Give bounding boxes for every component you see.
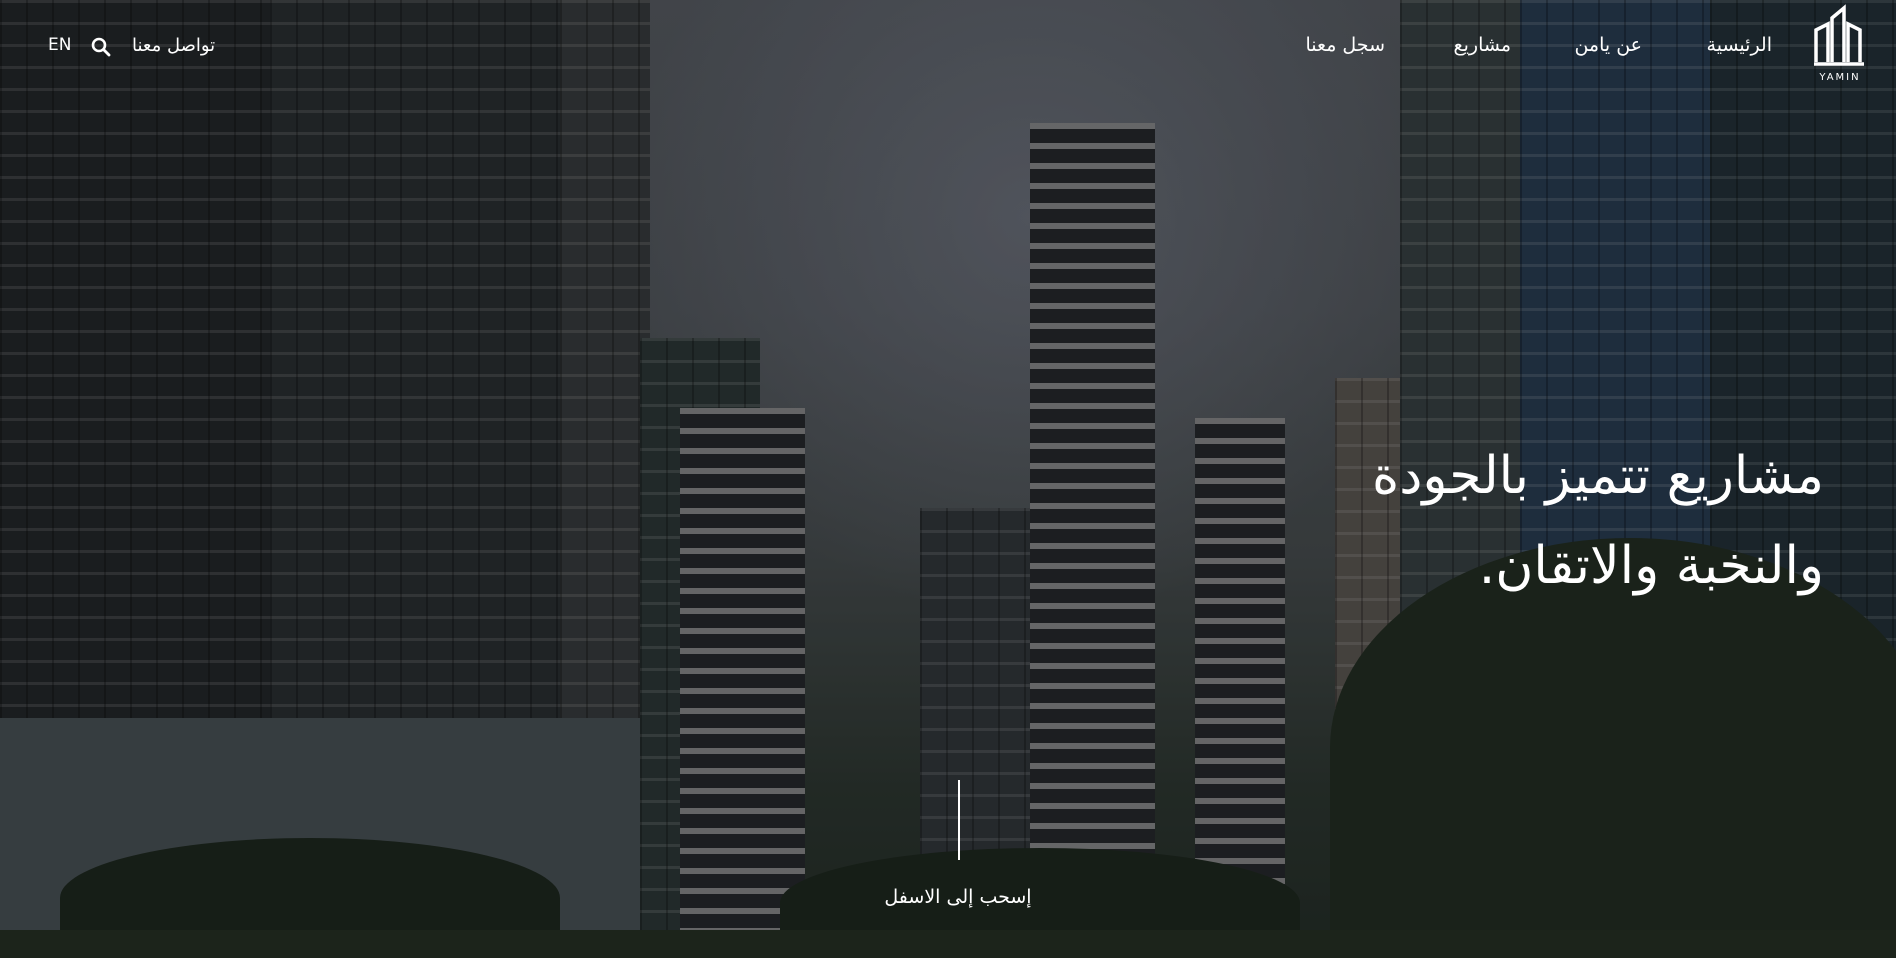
logo-text: YAMIN [1819, 72, 1861, 83]
hero-headline: مشاريع تتميز بالجودة والنخبة والاتقان. [1064, 431, 1824, 611]
site-header: YAMIN الرئيسية عن يامن مشاريع سجل معنا ت… [0, 0, 1896, 95]
scroll-down-label[interactable]: إسحب إلى الاسفل [858, 886, 1058, 908]
scroll-indicator-line [958, 780, 960, 860]
nav-item-home[interactable]: الرئيسية [1707, 34, 1772, 56]
hero-section: YAMIN الرئيسية عن يامن مشاريع سجل معنا ت… [0, 0, 1896, 958]
language-switch[interactable]: EN [48, 35, 71, 55]
search-icon[interactable] [90, 36, 112, 58]
nav-item-register[interactable]: سجل معنا [1306, 34, 1385, 56]
hero-headline-line1: مشاريع تتميز بالجودة [1371, 445, 1824, 506]
contact-link[interactable]: تواصل معنا [132, 35, 215, 56]
nav-item-projects[interactable]: مشاريع [1454, 34, 1512, 56]
nav-item-about[interactable]: عن يامن [1574, 34, 1642, 56]
hero-headline-line2: والنخبة والاتقان. [1478, 535, 1824, 596]
